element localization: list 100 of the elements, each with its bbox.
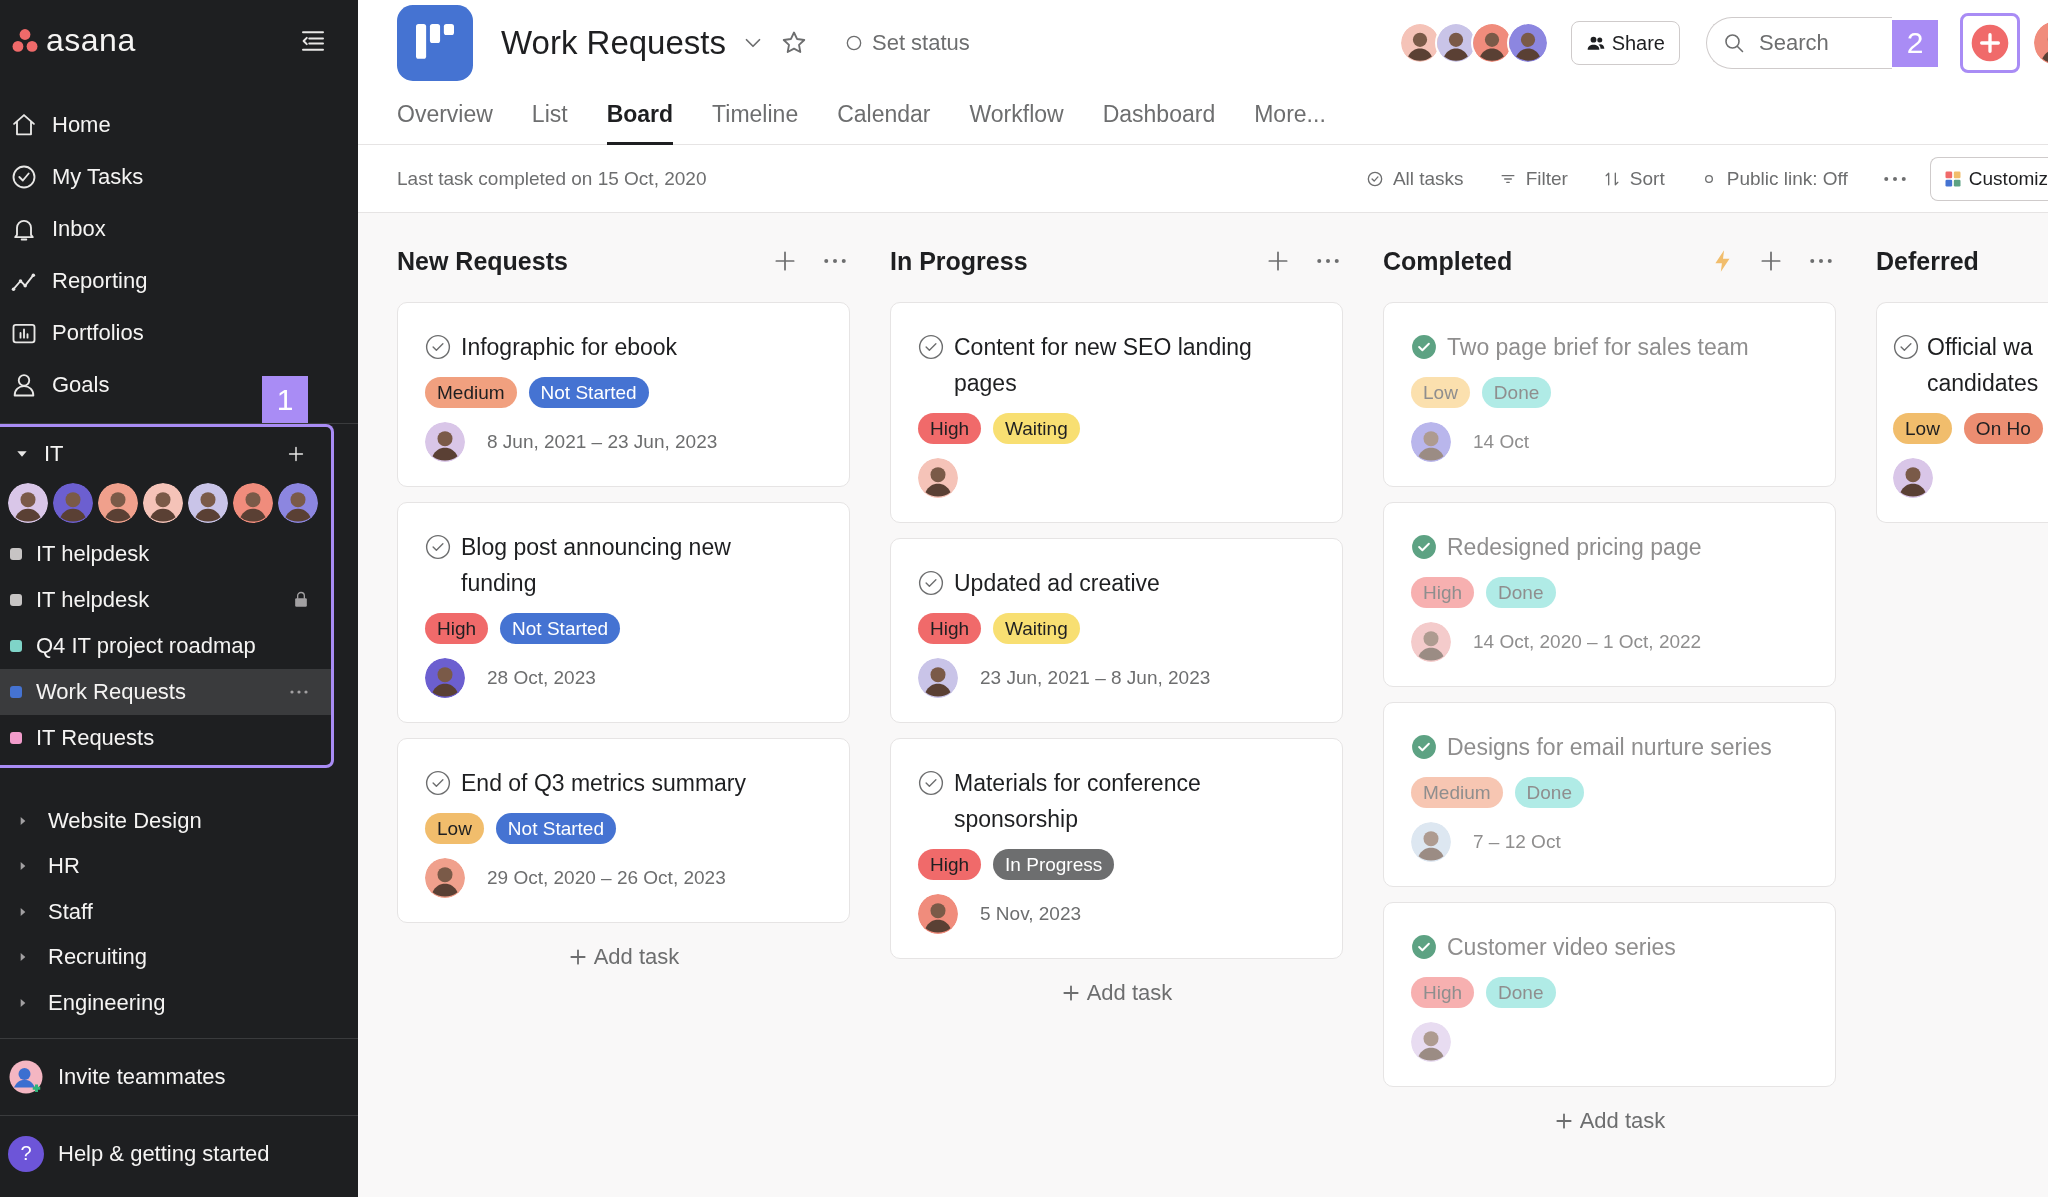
- nav-item[interactable]: Inbox: [0, 203, 116, 255]
- avatar: [188, 483, 228, 523]
- plus-icon: [1970, 23, 2010, 63]
- column-title: New Requests: [397, 246, 568, 276]
- last-completed-text: Last task completed on 15 Oct, 2020: [397, 167, 707, 190]
- task-title: Updated ad creative: [954, 569, 1161, 598]
- tag: High: [425, 613, 489, 644]
- project-item[interactable]: IT Requests: [0, 715, 331, 761]
- logo-dots-icon: [10, 27, 40, 54]
- avatar: [1411, 1022, 1451, 1062]
- task-card[interactable]: Content for new SEO landing pages High Waiting: [890, 302, 1343, 523]
- check-circle-icon[interactable]: [918, 570, 944, 596]
- check-circle-icon[interactable]: [1893, 334, 1919, 360]
- task-title: Content for new SEO landing pages: [954, 333, 1253, 398]
- tab[interactable]: Workflow: [969, 86, 1064, 145]
- tag: Done: [1514, 777, 1584, 808]
- customize-button[interactable]: Customiz: [1929, 156, 2048, 201]
- task-title: Official wa candidates: [1927, 333, 2040, 398]
- tab[interactable]: Overview: [397, 86, 493, 145]
- toolbar-button[interactable]: Sort: [1589, 161, 1677, 196]
- avatar: [1411, 622, 1451, 662]
- toolbar-button[interactable]: All tasks: [1352, 161, 1476, 196]
- tab[interactable]: List: [531, 86, 568, 145]
- check-circle-icon[interactable]: [1411, 934, 1437, 960]
- check-circle-icon[interactable]: [1411, 334, 1437, 360]
- team-name[interactable]: IT: [44, 441, 271, 467]
- project-item[interactable]: IT helpdesk: [0, 531, 331, 577]
- tag: High: [918, 613, 982, 644]
- check-circle-icon[interactable]: [425, 770, 451, 796]
- avatar: [98, 483, 138, 523]
- avatar: [143, 483, 183, 523]
- task-card[interactable]: Official wa candidates Low On Ho: [1876, 302, 2048, 523]
- avatar: [918, 894, 958, 934]
- toolbar-button[interactable]: Public link: Off: [1686, 161, 1860, 196]
- team-item[interactable]: Engineering: [0, 980, 358, 1026]
- nav-item[interactable]: My Tasks: [0, 151, 154, 203]
- add-task-button[interactable]: Add task: [397, 938, 850, 976]
- add-task-button[interactable]: Add task: [890, 974, 1343, 1012]
- invite-link[interactable]: Invite teammates: [0, 1050, 358, 1103]
- task-card[interactable]: End of Q3 metrics summary Low Not Started 29 Oct, 2020 – 26 Oct, 2023: [397, 738, 850, 923]
- task-card[interactable]: Blog post announcing new funding High Not Started 28 Oct, 2023: [397, 502, 850, 723]
- tag: Medium: [1411, 777, 1503, 808]
- due-date: 8 Jun, 2021 – 23 Jun, 2023: [487, 431, 718, 453]
- task-title: Two page brief for sales team: [1447, 333, 1750, 362]
- project-name: IT helpdesk: [36, 587, 151, 613]
- circle-icon: [844, 33, 864, 53]
- tab[interactable]: Timeline: [712, 86, 799, 145]
- set-status-button[interactable]: Set status: [844, 30, 970, 56]
- tag: High: [1411, 977, 1475, 1008]
- logo-text: asana: [46, 22, 136, 59]
- due-date: 14 Oct: [1473, 431, 1529, 453]
- team-item[interactable]: Website Design: [0, 798, 358, 844]
- task-card[interactable]: Infographic for ebook Medium Not Started 8 Jun, 2021 – 23 Jun, 2023: [397, 302, 850, 487]
- team-item[interactable]: Staff: [0, 889, 358, 935]
- tag: Done: [1481, 377, 1552, 408]
- avatar: [425, 658, 465, 698]
- check-circle-icon[interactable]: [918, 770, 944, 796]
- avatar: [8, 483, 48, 523]
- project-item[interactable]: IT helpdesk: [0, 577, 331, 623]
- task-card[interactable]: Materials for conference sponsorship High In Progress 5 Nov, 2023: [890, 738, 1343, 959]
- check-circle-icon[interactable]: [425, 334, 451, 360]
- project-item[interactable]: Q4 IT project roadmap: [0, 623, 331, 669]
- avatar: [425, 858, 465, 898]
- nav-item[interactable]: Home: [0, 99, 121, 151]
- project-name: IT Requests: [36, 725, 156, 751]
- tag: Medium: [425, 377, 517, 408]
- check-circle-icon[interactable]: [1411, 734, 1437, 760]
- task-title: End of Q3 metrics summary: [461, 769, 748, 798]
- project-item[interactable]: Work Requests: [0, 669, 331, 715]
- team-item[interactable]: Recruiting: [0, 934, 358, 980]
- add-task-button[interactable]: Add task: [1383, 1102, 1836, 1140]
- tab[interactable]: Dashboard: [1102, 86, 1216, 145]
- tag: Done: [1486, 577, 1556, 608]
- help-icon: ?: [8, 1135, 44, 1172]
- avatar: [53, 483, 93, 523]
- tag: Done: [1486, 977, 1556, 1008]
- add-button[interactable]: [1960, 13, 2020, 73]
- nav-item[interactable]: Goals: [0, 359, 120, 411]
- nav-item[interactable]: Portfolios: [0, 307, 154, 359]
- due-date: 14 Oct, 2020 – 1 Oct, 2022: [1473, 631, 1702, 653]
- tab[interactable]: More...: [1254, 86, 1326, 145]
- task-card[interactable]: Updated ad creative High Waiting 23 Jun, 2021 – 8 Jun, 2023: [890, 538, 1343, 723]
- tag: On Ho: [1963, 413, 2043, 444]
- check-circle-icon[interactable]: [1411, 534, 1437, 560]
- due-date: 5 Nov, 2023: [980, 903, 1082, 925]
- team-item[interactable]: HR: [0, 843, 358, 889]
- toolbar-button[interactable]: Filter: [1485, 161, 1580, 196]
- project-name: Work Requests: [36, 679, 187, 705]
- check-circle-icon[interactable]: [918, 334, 944, 360]
- help-link[interactable]: ? Help & getting started: [0, 1127, 358, 1180]
- tag: Not Started: [495, 813, 616, 844]
- tab[interactable]: Calendar: [837, 86, 931, 145]
- share-button[interactable]: Share: [1570, 21, 1680, 65]
- check-circle-icon[interactable]: [425, 534, 451, 560]
- due-date: 7 – 12 Oct: [1473, 831, 1561, 853]
- task-title: Materials for conference sponsorship: [954, 769, 1202, 834]
- avatar: [1411, 422, 1451, 462]
- avatar: [233, 483, 273, 523]
- nav-item[interactable]: Reporting: [0, 255, 158, 307]
- search-field[interactable]: Search: [1706, 17, 1892, 69]
